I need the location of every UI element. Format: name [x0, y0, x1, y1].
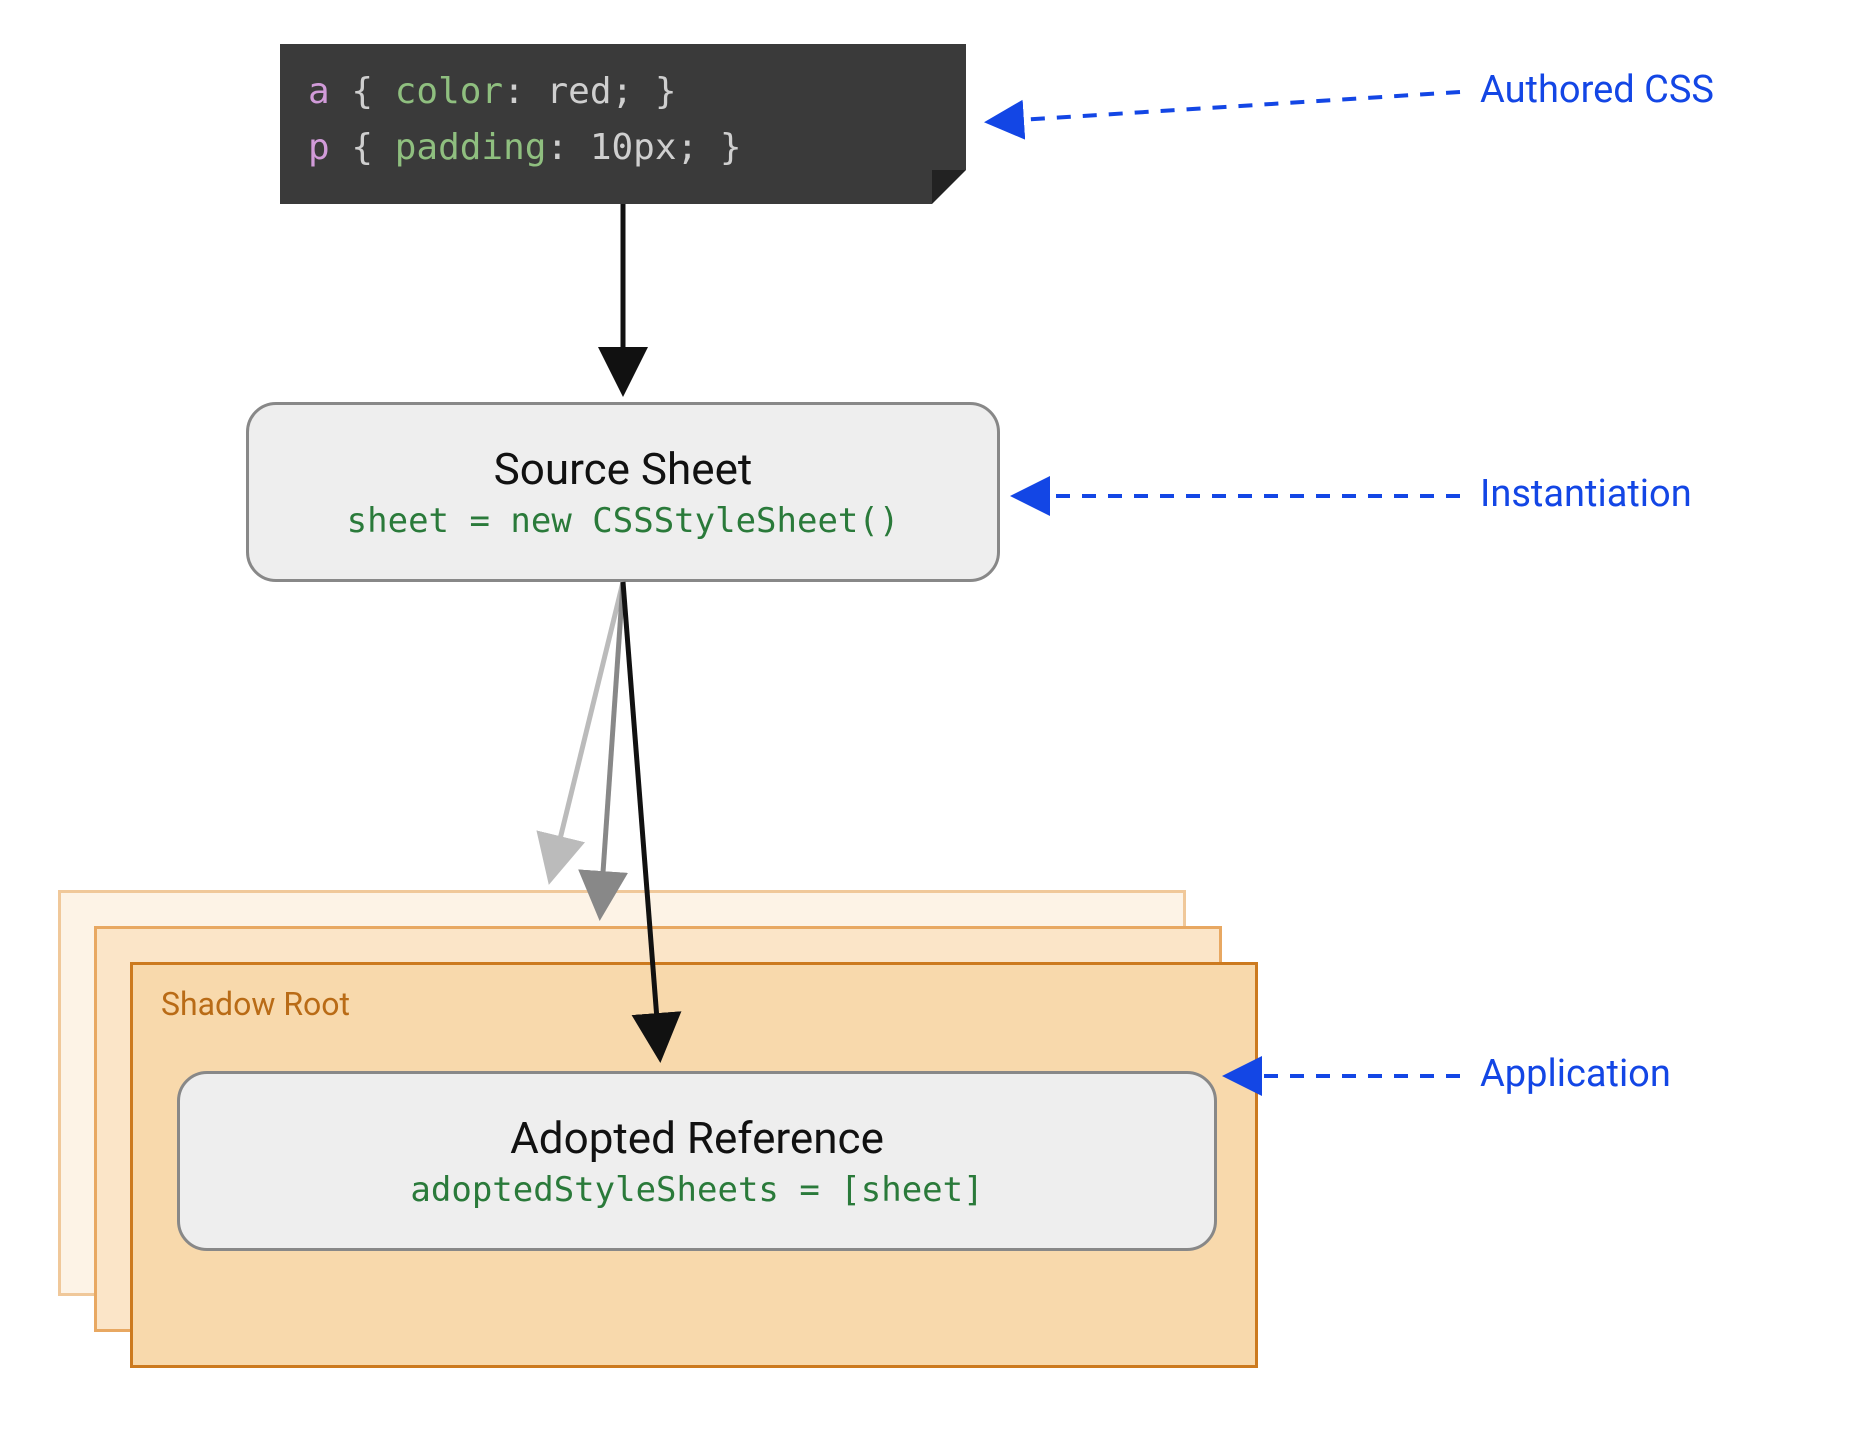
brace-close: ; } [612, 71, 677, 112]
brace-open: { [351, 127, 394, 168]
value-token: 10px [590, 127, 677, 168]
source-sheet-box: Source Sheet sheet = new CSSStyleSheet() [246, 402, 1000, 582]
shadow-root-stack: Shadow Root Adopted Reference adoptedSty… [58, 890, 1258, 1370]
value-token: red [546, 71, 611, 112]
brace-close: ; } [677, 127, 742, 168]
selector-token: p [308, 127, 330, 168]
selector-token: a [308, 71, 330, 112]
property-token: color [395, 71, 503, 112]
colon-token: : [503, 71, 546, 112]
arrow-annotation-authored [988, 92, 1460, 122]
shadow-root-layer-front: Shadow Root Adopted Reference adoptedSty… [130, 962, 1258, 1368]
adopted-reference-box: Adopted Reference adoptedStyleSheets = [… [177, 1071, 1217, 1251]
arrow-source-to-shadow-mid [600, 582, 623, 916]
arrow-source-to-shadow-back [550, 582, 623, 880]
code-line-2: p { padding: 10px; } [308, 120, 938, 176]
annotation-instantiation: Instantiation [1480, 472, 1692, 516]
shadow-root-label: Shadow Root [161, 985, 1227, 1023]
source-sheet-code: sheet = new CSSStyleSheet() [347, 501, 900, 541]
annotation-application: Application [1480, 1052, 1671, 1096]
page-fold-icon [932, 170, 966, 204]
brace-open: { [351, 71, 394, 112]
diagram-canvas: a { color: red; } p { padding: 10px; } S… [0, 0, 1874, 1430]
colon-token: : [546, 127, 589, 168]
authored-css-code-block: a { color: red; } p { padding: 10px; } [280, 44, 966, 204]
adopted-reference-code: adoptedStyleSheets = [sheet] [410, 1170, 983, 1210]
code-line-1: a { color: red; } [308, 64, 938, 120]
source-sheet-title: Source Sheet [494, 443, 753, 495]
annotation-authored-css: Authored CSS [1480, 68, 1714, 112]
property-token: padding [395, 127, 547, 168]
adopted-reference-title: Adopted Reference [510, 1112, 884, 1164]
